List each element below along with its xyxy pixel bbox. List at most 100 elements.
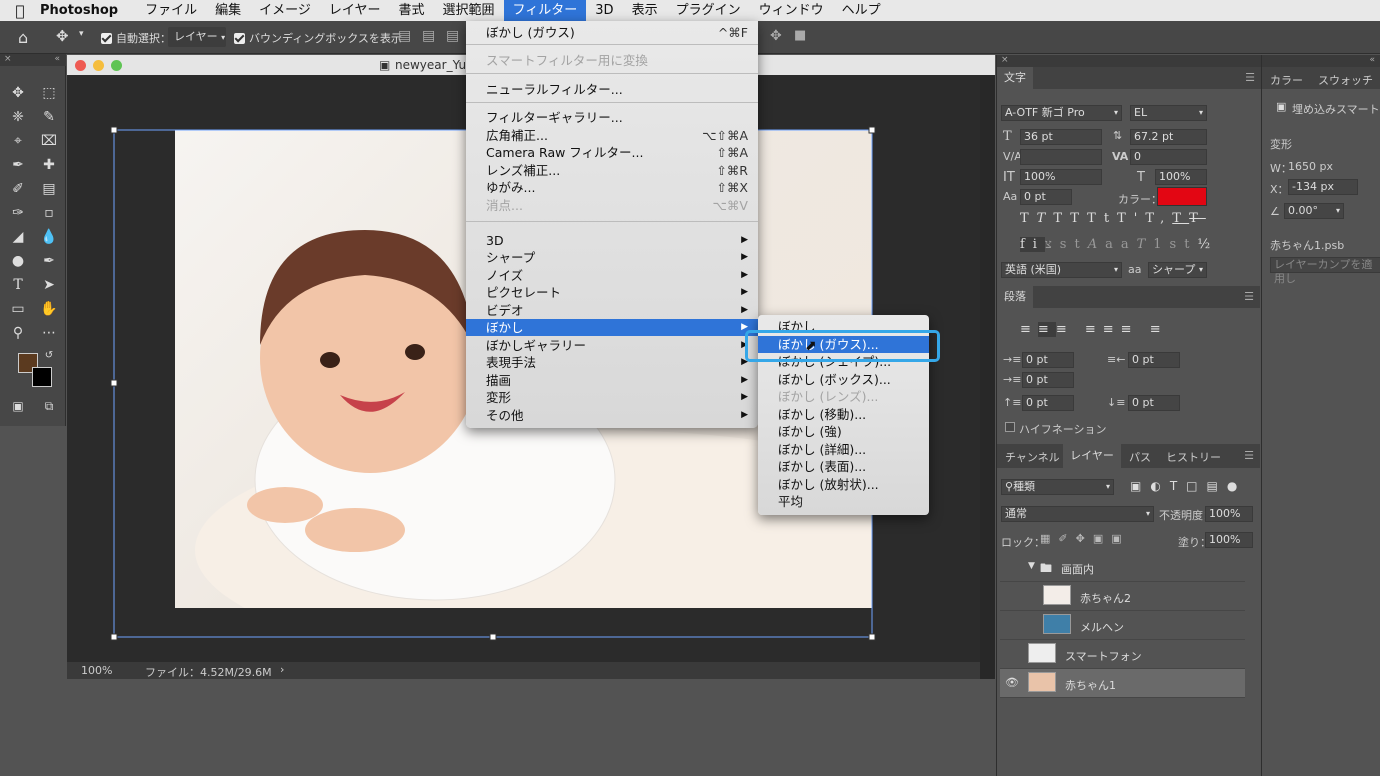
marquee-tool-icon[interactable]: ⬚ [38,83,60,103]
auto-select-dropdown[interactable]: レイヤー ▾ [168,27,226,47]
type-tool-icon[interactable]: T [7,275,29,295]
3d-pan-icon[interactable]: ✥ [770,28,782,44]
layer-row-selected[interactable]: 👁 赤ちゃん1 [1000,669,1245,698]
text-color-swatch[interactable] [1157,187,1207,206]
filter-adjustment-icon[interactable]: ◐ [1150,479,1169,493]
menu-view[interactable]: 表示 [623,0,667,21]
menu-item-pixelate[interactable]: ピクセレート ▶ [466,284,758,301]
font-family-select[interactable]: A-OTF 新ゴ Pro ▾ [1001,105,1122,121]
filter-toggle-icon[interactable]: ● [1227,479,1246,493]
swap-colors-icon[interactable]: ↺ [38,346,60,366]
crop-tool-icon[interactable]: ⌖ [7,131,29,151]
menu-window[interactable]: ウィンドウ [750,0,833,21]
brush-tool-icon[interactable]: ✐ [7,179,29,199]
superscript-icon[interactable]: T' [1117,211,1145,226]
bbox-checkbox[interactable] [234,31,249,44]
align-left-icon[interactable]: ▤ [398,28,411,44]
rectangle-tool-icon[interactable]: ▭ [7,299,29,319]
menu-plugins[interactable]: プラグイン [667,0,750,21]
align-left-icon[interactable]: ≡ [1020,322,1038,337]
antialias-select[interactable]: シャープ ▾ [1148,262,1207,278]
lock-transparent-icon[interactable]: ▦ [1040,532,1058,545]
justify-right-icon[interactable]: ≡ [1121,322,1139,337]
titling-icon[interactable]: aa [1105,237,1137,252]
menu-item-noise[interactable]: ノイズ ▶ [466,267,758,284]
menu-item-distort[interactable]: 変形 ▶ [466,389,758,406]
screen-mode-icon[interactable]: ⧉ [38,396,60,416]
menu-item-adaptive-wide-angle[interactable]: 広角補正... ⌥⇧⌘A [466,127,758,144]
lock-artboard-icon[interactable]: ▣ [1093,532,1111,545]
home-icon[interactable]: ⌂ [18,28,28,47]
angle-field[interactable]: 0.00° ▾ [1284,203,1344,219]
panel-menu-icon[interactable]: ☰ [1244,449,1254,462]
menu-type[interactable]: 書式 [390,0,434,21]
ornaments-icon[interactable]: T [1137,237,1154,252]
faux-italic-icon[interactable]: T [1037,211,1054,226]
quick-mask-icon[interactable]: ▣ [7,396,29,416]
submenu-item-motion-blur[interactable]: ぼかし (移動)... [758,406,929,423]
layer-row[interactable]: 赤ちゃん2 [1000,582,1245,611]
chevron-down-icon[interactable]: ▼ [1028,561,1035,571]
subscript-icon[interactable]: T, [1145,211,1172,226]
align-right-icon[interactable]: ≡ [1056,322,1074,337]
lasso-tool-icon[interactable]: ❈ [7,107,29,127]
more-tools-icon[interactable]: ⋯ [38,323,60,343]
menu-edit[interactable]: 編集 [206,0,250,21]
menu-item-other[interactable]: その他 ▶ [466,407,758,424]
menu-help[interactable]: ヘルプ [833,0,890,21]
panel-menu-icon[interactable]: ☰ [1245,71,1255,84]
indent-first-field[interactable]: 0 pt [1022,372,1074,388]
zoom-tool-icon[interactable]: ⚲ [7,323,29,343]
pen-tool-icon[interactable]: ✒ [38,251,60,271]
filter-smart-object-icon[interactable]: ▤ [1207,479,1227,493]
menu-filter[interactable]: フィルター [503,0,587,21]
menu-item-blur[interactable]: ぼかし ▶ [466,319,758,336]
healing-brush-tool-icon[interactable]: ✚ [38,155,60,175]
layer-row[interactable]: スマートフォン [1000,640,1245,669]
blend-mode-select[interactable]: 通常 ▾ [1001,506,1154,522]
eraser-tool-icon[interactable]: ▫ [38,203,60,223]
chevron-right-icon[interactable]: › [280,663,284,676]
stamp-tool-icon[interactable]: ▤ [38,179,60,199]
filter-shape-icon[interactable]: □ [1186,479,1206,493]
menu-item-filter-gallery[interactable]: フィルターギャラリー... [466,109,758,126]
justify-all-icon[interactable]: ≡ [1150,322,1168,337]
menu-item-liquify[interactable]: ゆがみ... ⇧⌘X [466,179,758,196]
menu-item-blur-gallery[interactable]: ぼかしギャラリー ▶ [466,337,758,354]
tab-paragraph[interactable]: 段落 [997,286,1033,308]
3d-camera-icon[interactable]: ■ [794,28,806,43]
lock-image-icon[interactable]: ✐ [1058,532,1075,545]
old-style-icon[interactable]: צ [1045,237,1060,252]
paint-bucket-tool-icon[interactable]: ◢ [7,227,29,247]
stylistic-alternates-icon[interactable]: A [1088,237,1105,252]
menu-item-stylize[interactable]: 表現手法 ▶ [466,354,758,371]
width-value[interactable]: 1650 px [1288,160,1333,173]
close-window-button[interactable] [75,60,86,71]
opacity-field[interactable]: 100% [1205,506,1253,522]
layer-filter-select[interactable]: ⚲種類 ▾ [1001,479,1114,495]
faux-bold-icon[interactable]: T [1020,211,1037,226]
file-info[interactable]: ファイル：4.52M/29.6M [145,664,272,680]
auto-select-checkbox[interactable] [101,31,116,44]
menu-3d[interactable]: 3D [586,0,622,21]
fractions-icon[interactable]: ½ [1197,237,1218,252]
underline-icon[interactable]: T [1172,211,1189,226]
menu-select[interactable]: 選択範囲 [434,0,504,21]
hand-tool-icon[interactable]: ✋ [38,299,60,319]
chevron-down-icon[interactable]: ▾ [79,29,84,39]
indent-left-field[interactable]: 0 pt [1022,352,1074,368]
submenu-item-surface-blur[interactable]: ぼかし (表面)... [758,458,929,475]
filter-pixel-icon[interactable]: ▣ [1130,479,1150,493]
baseline-shift-field[interactable]: 0 pt [1020,189,1072,205]
submenu-item-box-blur[interactable]: ぼかし (ボックス)... [758,371,929,388]
quick-select-tool-icon[interactable]: ✎ [38,107,60,127]
menu-image[interactable]: イメージ [250,0,320,21]
minimize-window-button[interactable] [93,60,104,71]
submenu-item-smart-blur[interactable]: ぼかし (詳細)... [758,441,929,458]
tab-color[interactable]: カラー [1270,72,1303,88]
app-name[interactable]: Photoshop [40,3,118,18]
menu-file[interactable]: ファイル [136,0,206,21]
lock-all-icon[interactable]: ▣ [1111,532,1129,545]
menu-item-neural-filters[interactable]: ニューラルフィルター... [466,81,758,98]
tab-layers[interactable]: レイヤー [1063,444,1121,468]
